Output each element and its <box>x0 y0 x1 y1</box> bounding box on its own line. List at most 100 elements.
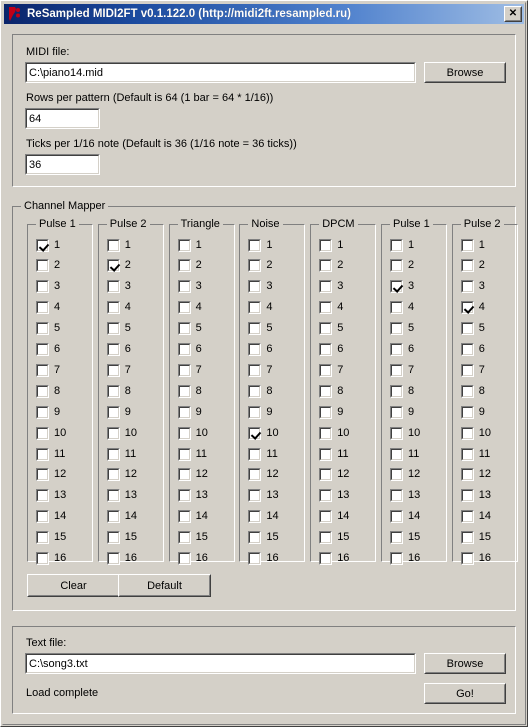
text-file-input[interactable]: C:\song3.txt <box>25 653 416 674</box>
channel-checkbox-row[interactable]: 15 <box>177 531 208 545</box>
checkbox-unchecked-icon[interactable] <box>460 489 474 503</box>
channel-checkbox-row[interactable]: 5 <box>177 322 202 336</box>
channel-checkbox-row[interactable]: 14 <box>177 510 208 524</box>
checkbox-unchecked-icon[interactable] <box>460 363 474 377</box>
checkbox-unchecked-icon[interactable] <box>319 468 333 482</box>
channel-checkbox-row[interactable]: 4 <box>248 301 273 315</box>
channel-checkbox-row[interactable]: 7 <box>390 363 414 377</box>
checkbox-unchecked-icon[interactable] <box>319 280 333 294</box>
checkbox-unchecked-icon[interactable] <box>460 447 474 461</box>
default-button[interactable]: Default <box>118 574 211 597</box>
channel-checkbox-row[interactable]: 12 <box>460 468 491 482</box>
go-button[interactable]: Go! <box>424 683 506 704</box>
channel-checkbox-row[interactable]: 10 <box>319 426 349 440</box>
checkbox-unchecked-icon[interactable] <box>177 552 191 565</box>
channel-checkbox-row[interactable]: 13 <box>36 489 66 503</box>
channel-checkbox-row[interactable]: 12 <box>390 468 420 482</box>
checkbox-unchecked-icon[interactable] <box>106 363 120 377</box>
checkbox-unchecked-icon[interactable] <box>177 280 191 294</box>
checkbox-unchecked-icon[interactable] <box>248 531 262 545</box>
checkbox-unchecked-icon[interactable] <box>390 238 403 252</box>
checkbox-unchecked-icon[interactable] <box>177 363 191 377</box>
checkbox-unchecked-icon[interactable] <box>319 426 333 440</box>
checkbox-unchecked-icon[interactable] <box>248 552 262 565</box>
checkbox-unchecked-icon[interactable] <box>390 363 403 377</box>
checkbox-unchecked-icon[interactable] <box>248 280 262 294</box>
channel-checkbox-row[interactable]: 16 <box>460 552 491 566</box>
checkbox-unchecked-icon[interactable] <box>390 447 403 461</box>
checkbox-unchecked-icon[interactable] <box>460 510 474 524</box>
channel-checkbox-row[interactable]: 1 <box>390 238 414 252</box>
checkbox-unchecked-icon[interactable] <box>390 552 403 565</box>
channel-checkbox-row[interactable]: 13 <box>460 489 491 503</box>
checkbox-unchecked-icon[interactable] <box>319 259 333 273</box>
channel-checkbox-row[interactable]: 8 <box>248 384 273 398</box>
channel-checkbox-row[interactable]: 11 <box>248 447 278 461</box>
channel-checkbox-row[interactable]: 10 <box>36 426 66 440</box>
channel-checkbox-row[interactable]: 8 <box>319 384 343 398</box>
midi-browse-button[interactable]: Browse <box>424 62 506 83</box>
checkbox-unchecked-icon[interactable] <box>460 259 474 273</box>
channel-checkbox-row[interactable]: 6 <box>177 343 202 357</box>
checkbox-unchecked-icon[interactable] <box>106 301 120 315</box>
channel-checkbox-row[interactable]: 15 <box>460 531 491 545</box>
checkbox-unchecked-icon[interactable] <box>36 552 49 565</box>
channel-checkbox-row[interactable]: 2 <box>106 259 131 273</box>
channel-checkbox-row[interactable]: 6 <box>36 343 60 357</box>
checkbox-unchecked-icon[interactable] <box>106 552 120 565</box>
checkbox-unchecked-icon[interactable] <box>319 405 333 419</box>
channel-checkbox-row[interactable]: 6 <box>106 343 131 357</box>
channel-checkbox-row[interactable]: 9 <box>106 405 131 419</box>
checkbox-unchecked-icon[interactable] <box>390 343 403 356</box>
channel-checkbox-row[interactable]: 7 <box>248 363 273 377</box>
channel-checkbox-row[interactable]: 7 <box>460 363 485 377</box>
channel-checkbox-row[interactable]: 14 <box>390 510 420 524</box>
checkbox-unchecked-icon[interactable] <box>248 510 262 524</box>
channel-checkbox-row[interactable]: 10 <box>177 426 208 440</box>
checkbox-unchecked-icon[interactable] <box>319 363 333 377</box>
title-bar[interactable]: ReSampled MIDI2FT v0.1.122.0 (http://mid… <box>4 4 524 24</box>
channel-checkbox-row[interactable]: 2 <box>248 259 273 273</box>
channel-checkbox-row[interactable]: 2 <box>390 259 414 273</box>
checkbox-unchecked-icon[interactable] <box>106 238 120 252</box>
channel-checkbox-row[interactable]: 12 <box>106 468 137 482</box>
channel-checkbox-row[interactable]: 6 <box>460 343 485 357</box>
channel-checkbox-row[interactable]: 6 <box>390 343 414 357</box>
checkbox-unchecked-icon[interactable] <box>390 384 403 398</box>
channel-checkbox-row[interactable]: 13 <box>319 489 349 503</box>
channel-checkbox-row[interactable]: 16 <box>390 552 420 566</box>
checkbox-unchecked-icon[interactable] <box>248 363 262 377</box>
checkbox-unchecked-icon[interactable] <box>36 426 49 440</box>
channel-checkbox-row[interactable]: 9 <box>390 405 414 419</box>
channel-checkbox-row[interactable]: 14 <box>460 510 491 524</box>
channel-checkbox-row[interactable]: 4 <box>390 301 414 315</box>
checkbox-unchecked-icon[interactable] <box>460 322 474 336</box>
checkbox-unchecked-icon[interactable] <box>36 259 49 273</box>
channel-checkbox-row[interactable]: 10 <box>390 426 420 440</box>
checkbox-unchecked-icon[interactable] <box>177 322 191 336</box>
checkbox-unchecked-icon[interactable] <box>460 238 474 252</box>
channel-checkbox-row[interactable]: 4 <box>106 301 131 315</box>
channel-checkbox-row[interactable]: 15 <box>36 531 66 545</box>
checkbox-unchecked-icon[interactable] <box>319 489 333 503</box>
checkbox-unchecked-icon[interactable] <box>248 384 262 398</box>
checkbox-unchecked-icon[interactable] <box>36 363 49 377</box>
checkbox-checked-icon[interactable] <box>36 238 49 252</box>
channel-checkbox-row[interactable]: 9 <box>248 405 273 419</box>
channel-checkbox-row[interactable]: 13 <box>106 489 137 503</box>
checkbox-unchecked-icon[interactable] <box>106 322 120 336</box>
checkbox-unchecked-icon[interactable] <box>36 280 49 294</box>
checkbox-unchecked-icon[interactable] <box>106 468 120 482</box>
channel-checkbox-row[interactable]: 6 <box>319 343 343 357</box>
checkbox-unchecked-icon[interactable] <box>177 259 191 273</box>
channel-checkbox-row[interactable]: 6 <box>248 343 273 357</box>
channel-checkbox-row[interactable]: 1 <box>319 238 343 252</box>
checkbox-unchecked-icon[interactable] <box>177 426 191 440</box>
checkbox-unchecked-icon[interactable] <box>460 384 474 398</box>
channel-checkbox-row[interactable]: 4 <box>460 301 485 315</box>
channel-checkbox-row[interactable]: 16 <box>248 552 279 566</box>
checkbox-unchecked-icon[interactable] <box>248 322 262 336</box>
channel-checkbox-row[interactable]: 15 <box>390 531 420 545</box>
channel-checkbox-row[interactable]: 11 <box>177 447 207 461</box>
channel-checkbox-row[interactable]: 5 <box>390 322 414 336</box>
